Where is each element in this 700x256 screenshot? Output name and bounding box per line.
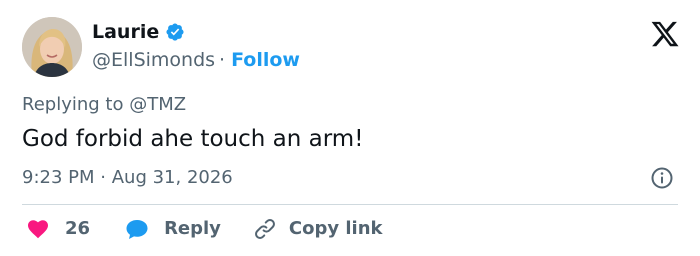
replying-prefix: Replying to bbox=[22, 94, 124, 115]
heart-icon bbox=[28, 220, 48, 239]
copy-link-label: Copy link bbox=[288, 218, 383, 239]
tweet-text: God forbid ahe touch an arm! bbox=[22, 126, 364, 152]
x-logo-icon[interactable] bbox=[650, 19, 680, 49]
reply-label: Reply bbox=[164, 218, 221, 239]
replying-to-handle[interactable]: @TMZ bbox=[129, 94, 186, 115]
timestamp-separator: · bbox=[100, 167, 106, 188]
like-button[interactable]: 26 bbox=[26, 217, 90, 241]
avatar-photo bbox=[22, 17, 82, 77]
divider bbox=[22, 204, 678, 205]
reply-button[interactable]: Reply bbox=[124, 217, 221, 241]
separator-dot: · bbox=[219, 49, 226, 71]
verified-badge-icon bbox=[165, 22, 185, 42]
link-icon bbox=[254, 219, 275, 239]
timestamp[interactable]: 9:23 PM · Aug 31, 2026 bbox=[22, 166, 233, 190]
follow-button[interactable]: Follow bbox=[231, 49, 300, 71]
tweet-date: Aug 31, 2026 bbox=[111, 167, 233, 188]
handle-row: @EllSimonds · Follow bbox=[92, 48, 300, 72]
tweet-embed: Laurie @EllSimonds · Follow Replying to @T… bbox=[0, 0, 700, 256]
action-bar: 26 Reply Copy link bbox=[26, 214, 383, 244]
user-handle[interactable]: @EllSimonds bbox=[92, 49, 215, 71]
replying-to-line: Replying to @TMZ bbox=[22, 93, 186, 117]
speech-bubble-icon bbox=[126, 220, 148, 239]
display-name[interactable]: Laurie bbox=[92, 20, 159, 44]
like-count: 26 bbox=[65, 218, 91, 239]
info-icon[interactable] bbox=[650, 166, 674, 190]
avatar[interactable] bbox=[22, 17, 82, 77]
tweet-time: 9:23 PM bbox=[22, 167, 95, 188]
copy-link-button[interactable]: Copy link bbox=[253, 217, 383, 241]
name-row: Laurie bbox=[92, 20, 185, 44]
